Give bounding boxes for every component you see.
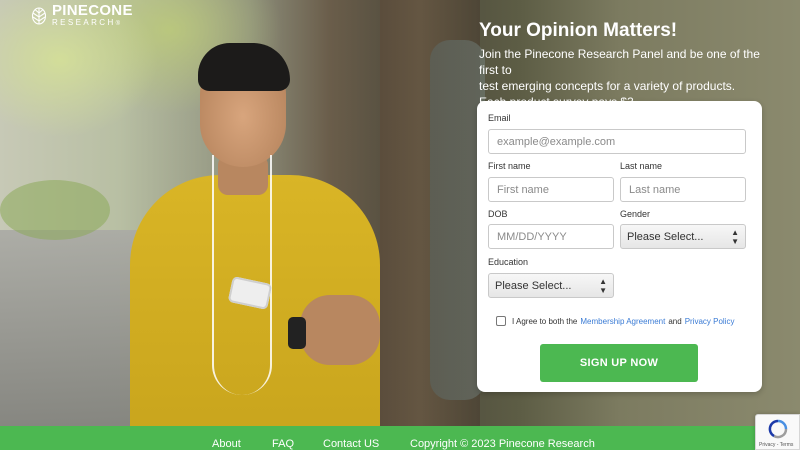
membership-agreement-link[interactable]: Membership Agreement <box>580 317 665 326</box>
education-select-value: Please Select... <box>495 279 572 292</box>
email-field[interactable] <box>488 129 746 154</box>
page-title: Your Opinion Matters! <box>479 20 678 41</box>
footer-faq-link[interactable]: FAQ <box>272 438 294 450</box>
dob-label: DOB <box>488 209 508 219</box>
dob-field[interactable] <box>488 224 614 249</box>
select-arrows-icon: ▲ ▼ <box>731 227 739 246</box>
hero-description-line2: test emerging concepts for a variety of … <box>479 79 736 93</box>
logo-subtitle: RESEARCH® <box>52 18 121 28</box>
foliage <box>0 180 110 240</box>
arm <box>300 295 380 365</box>
hero-description-line1: Join the Pinecone Research Panel and be … <box>479 47 760 77</box>
pinecone-research-logo[interactable]: PINECONE RESEARCH® <box>30 3 133 27</box>
gender-select-value: Please Select... <box>627 230 704 243</box>
sign-up-button[interactable]: SIGN UP NOW <box>540 344 698 382</box>
hero-copy: Your Opinion Matters! Join the Pinecone … <box>479 20 779 110</box>
footer-contact-link[interactable]: Contact US <box>323 438 379 450</box>
first-name-field[interactable] <box>488 177 614 202</box>
hair <box>198 43 290 91</box>
agree-checkbox[interactable] <box>496 316 506 326</box>
footer: About FAQ Contact US Copyright © 2023 Pi… <box>0 426 800 450</box>
last-name-label: Last name <box>620 161 663 171</box>
agreement-row: I Agree to both the Membership Agreement… <box>496 316 737 326</box>
wristwatch <box>288 317 306 349</box>
education-label: Education <box>488 257 529 267</box>
recaptcha-terms-text: Privacy - Terms <box>759 442 794 448</box>
recaptcha-badge[interactable]: Privacy - Terms <box>755 414 800 450</box>
footer-copyright: Copyright © 2023 Pinecone Research <box>410 438 595 450</box>
gender-label: Gender <box>620 209 651 219</box>
gender-select[interactable]: Please Select... ▲ ▼ <box>620 224 746 249</box>
logo-wordmark: PINECONE <box>52 2 133 19</box>
smiling-man-with-phone <box>100 35 400 426</box>
agree-and-text: and <box>668 316 682 326</box>
agree-text: I Agree to both the <box>512 316 578 326</box>
email-label: Email <box>488 113 511 123</box>
last-name-field[interactable] <box>620 177 746 202</box>
signup-form: Email First name Last name DOB Gender Pl… <box>477 101 762 392</box>
footer-about-link[interactable]: About <box>212 438 241 450</box>
earphone-cable <box>212 155 272 395</box>
education-select[interactable]: Please Select... ▲ ▼ <box>488 273 614 298</box>
select-arrows-icon: ▲ ▼ <box>599 276 607 295</box>
recaptcha-icon <box>768 419 788 439</box>
privacy-policy-link[interactable]: Privacy Policy <box>685 317 735 326</box>
first-name-label: First name <box>488 161 531 171</box>
pinecone-icon <box>31 7 47 25</box>
